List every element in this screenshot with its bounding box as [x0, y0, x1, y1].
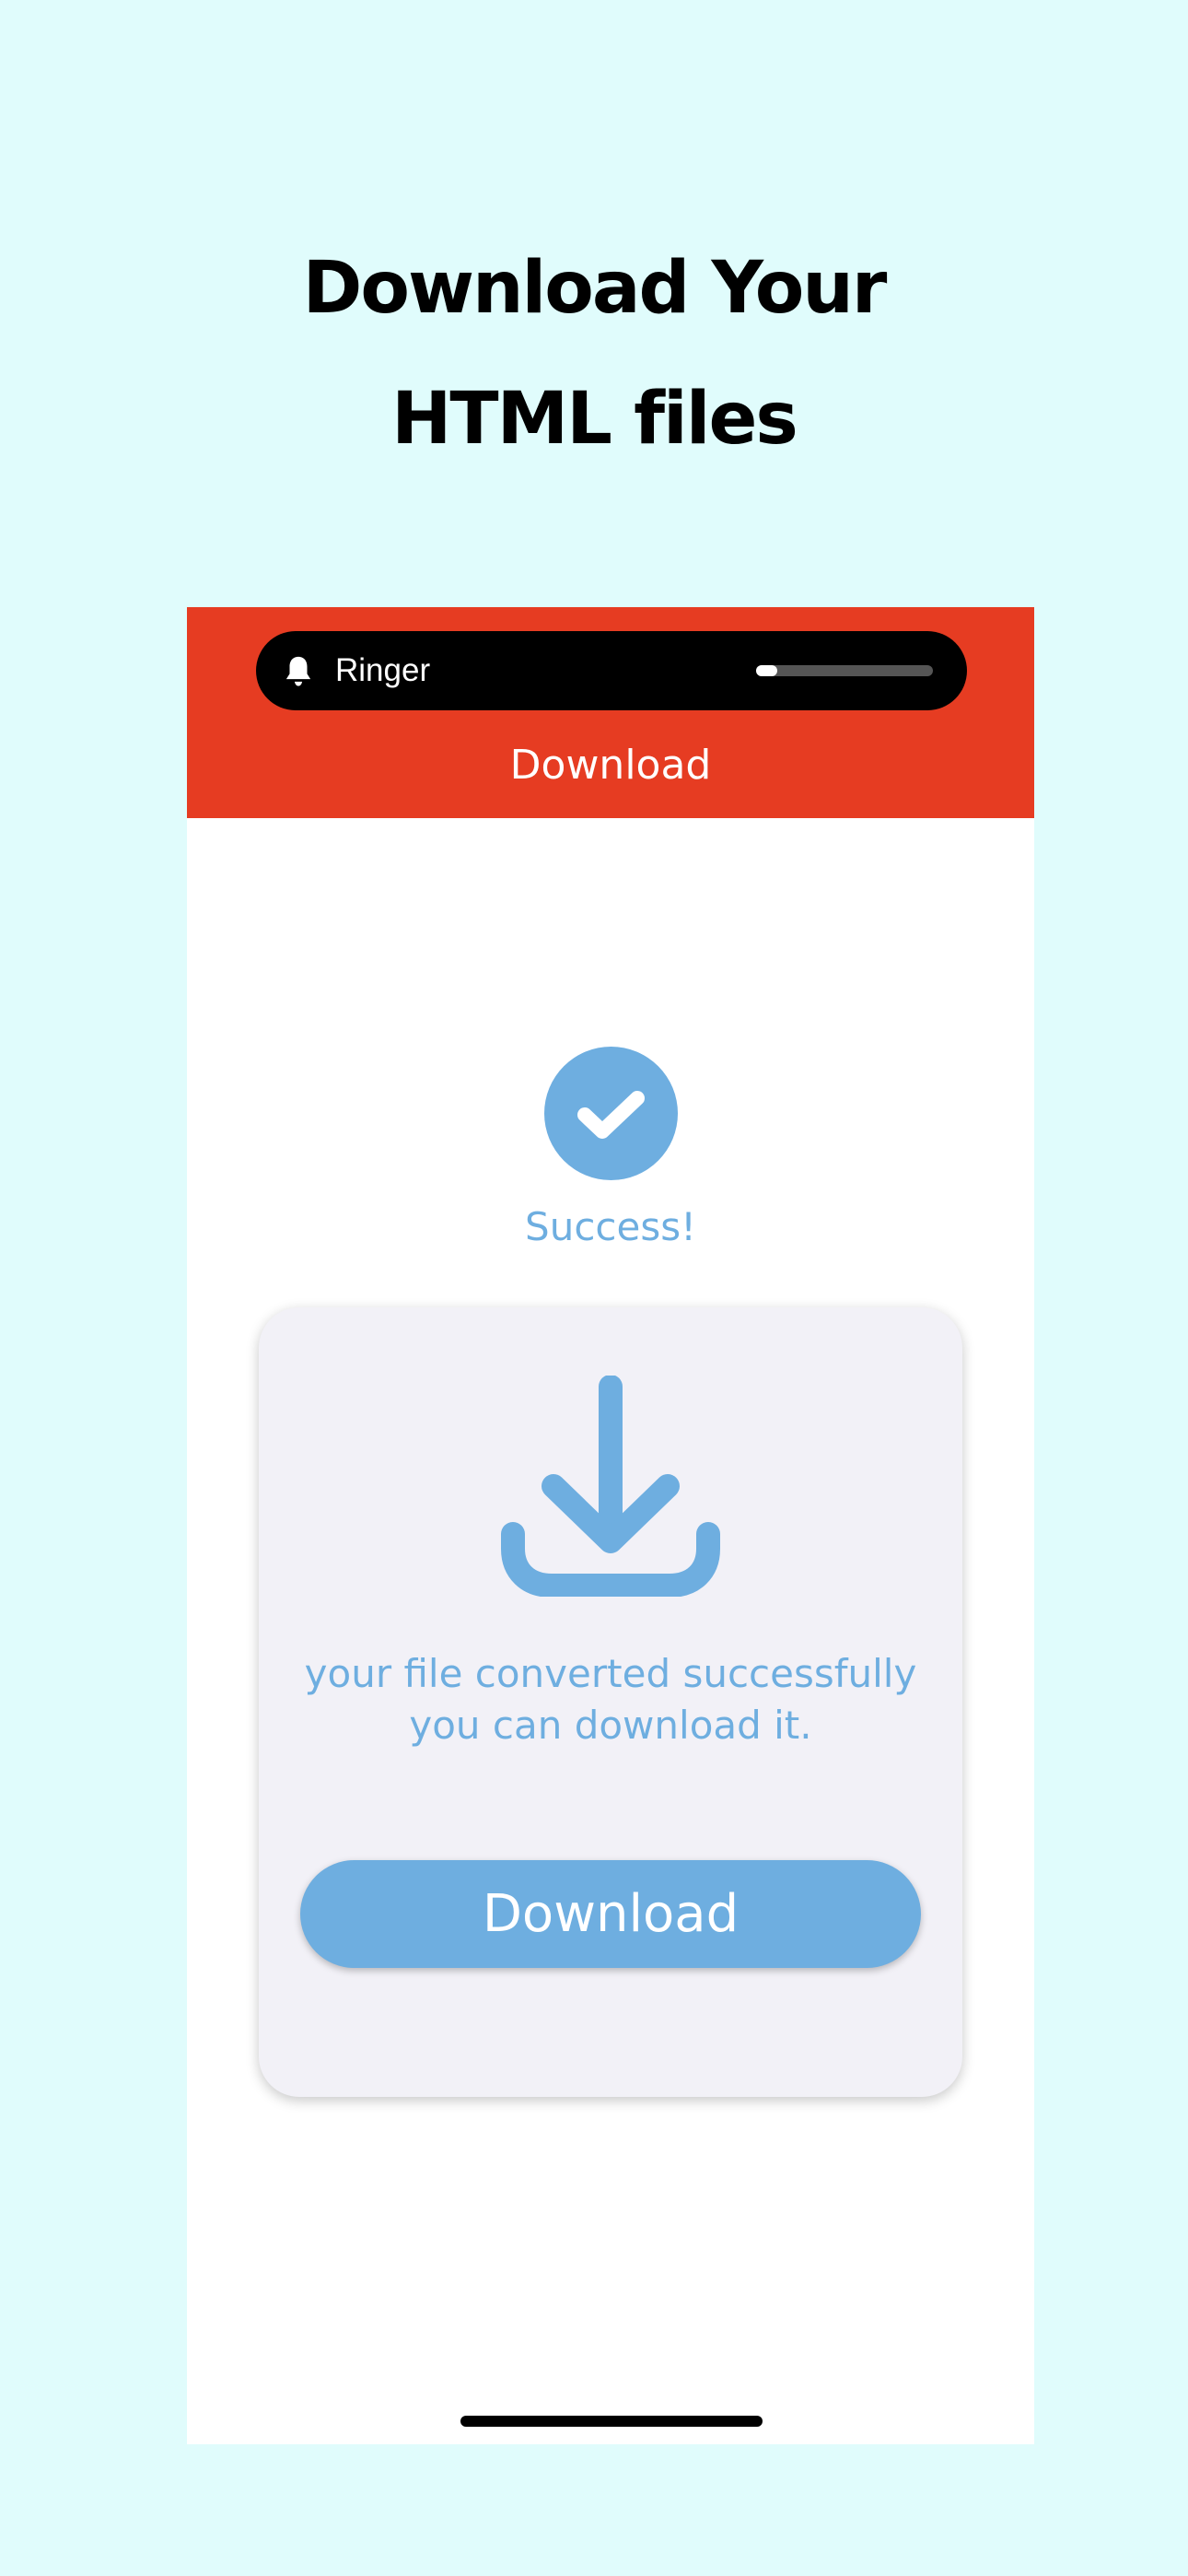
phone-screen: Ringer Download Success! your file conve…: [187, 607, 1034, 2444]
navigation-bar: Ringer Download: [187, 607, 1034, 818]
download-icon: [501, 1376, 720, 1597]
bell-icon: [285, 656, 311, 686]
headline-line-1: Download Your: [302, 247, 888, 330]
conversion-message: your file converted successfully you can…: [304, 1651, 917, 1748]
ringer-label: Ringer: [335, 652, 431, 688]
download-button[interactable]: Download: [300, 1860, 921, 1968]
ringer-indicator: Ringer: [256, 631, 967, 710]
home-indicator[interactable]: [460, 2416, 763, 2427]
page-title: Download: [509, 742, 712, 789]
success-label: Success!: [525, 1204, 696, 1249]
download-card: your file converted successfully you can…: [259, 1307, 962, 2097]
volume-slider[interactable]: [756, 665, 933, 676]
headline-line-2: HTML files: [391, 378, 798, 461]
checkmark-circle-icon: [544, 1047, 678, 1180]
volume-level: [756, 665, 778, 676]
